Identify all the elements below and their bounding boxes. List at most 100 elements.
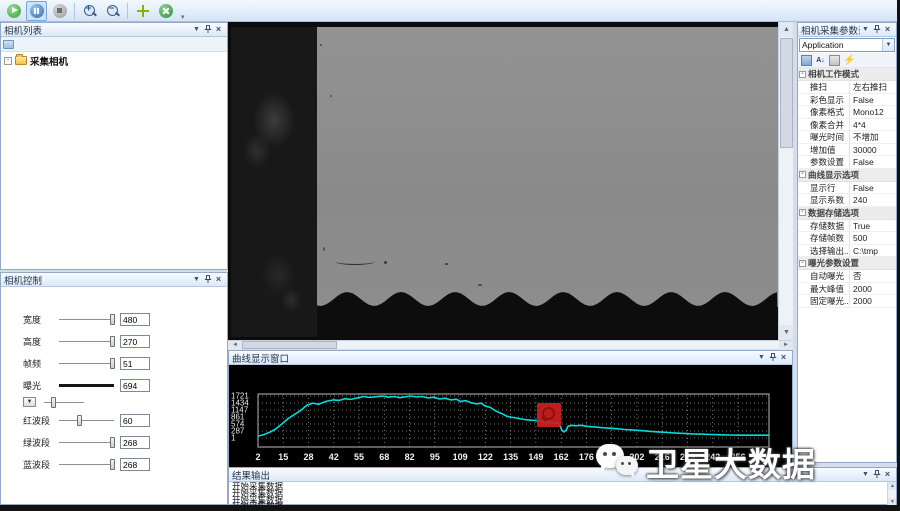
scroll-up-icon[interactable]: ▲ — [888, 482, 896, 490]
scroll-up-icon[interactable]: ▲ — [779, 22, 793, 37]
property-row[interactable]: 参数设置False — [798, 156, 896, 169]
exposure-dropdown-icon[interactable]: ▼ — [23, 397, 36, 407]
pin-icon[interactable] — [871, 469, 882, 480]
slider-thumb[interactable] — [110, 358, 115, 369]
scroll-left-icon[interactable]: ◄ — [228, 341, 242, 350]
property-category[interactable]: -相机工作模式 — [798, 68, 896, 81]
property-category[interactable]: -曲线显示选项 — [798, 169, 896, 182]
events-lightning-icon[interactable]: ⚡ — [843, 55, 854, 66]
property-value[interactable]: 否 — [850, 270, 896, 282]
pin-icon[interactable] — [871, 24, 882, 35]
slider-value-input[interactable] — [120, 436, 150, 449]
slider-value-input[interactable] — [120, 379, 150, 392]
slider-thumb[interactable] — [110, 459, 115, 470]
category-expander-icon[interactable]: - — [799, 71, 806, 78]
property-row[interactable]: 固定曝光..2000 — [798, 295, 896, 308]
slider-track[interactable] — [59, 341, 114, 342]
close-icon[interactable]: × — [882, 24, 893, 35]
property-row[interactable]: 增加值30000 — [798, 144, 896, 157]
categorized-view-icon[interactable] — [801, 55, 812, 66]
close-icon[interactable]: × — [213, 274, 224, 285]
property-row[interactable]: 存储帧数500 — [798, 232, 896, 245]
category-expander-icon[interactable]: - — [799, 260, 806, 267]
property-value[interactable]: C:\tmp — [850, 245, 896, 257]
vscroll-thumb[interactable] — [780, 38, 793, 148]
slider-track[interactable] — [59, 420, 114, 421]
scroll-down-icon[interactable]: ▼ — [779, 325, 793, 340]
tree-item-capture-camera[interactable]: - 采集相机 — [4, 54, 227, 67]
property-value[interactable]: 4*4 — [850, 119, 896, 131]
chevron-down-icon[interactable]: ▼ — [191, 24, 202, 35]
property-value[interactable]: 30000 — [850, 144, 896, 156]
chevron-down-icon[interactable]: ▼ — [860, 469, 871, 480]
pan-button[interactable] — [132, 1, 153, 21]
exposure-sub-track[interactable] — [44, 402, 84, 403]
property-category[interactable]: -曝光参数设置 — [798, 257, 896, 270]
chevron-down-icon[interactable]: ▼ — [882, 39, 894, 51]
property-value[interactable]: True — [850, 220, 896, 232]
property-row[interactable]: 像素格式Mono12 — [798, 106, 896, 119]
property-category[interactable]: -数据存储选项 — [798, 207, 896, 220]
slider-track[interactable] — [59, 464, 114, 465]
image-vertical-scrollbar[interactable]: ▲ ▼ — [778, 22, 793, 340]
property-value[interactable]: Mono12 — [850, 106, 896, 118]
close-icon[interactable]: × — [778, 352, 789, 363]
property-row[interactable]: 显示行False — [798, 182, 896, 195]
property-value[interactable]: 2000 — [850, 295, 896, 307]
play-button[interactable] — [3, 1, 24, 21]
property-row[interactable]: 彩色显示False — [798, 94, 896, 107]
slider-track[interactable] — [59, 442, 114, 443]
tree-expander-icon[interactable]: - — [4, 57, 12, 65]
chevron-down-icon[interactable]: ▼ — [191, 274, 202, 285]
property-pages-icon[interactable] — [829, 55, 840, 66]
slider-track[interactable] — [59, 319, 114, 320]
property-value[interactable]: False — [850, 94, 896, 106]
category-expander-icon[interactable]: - — [799, 209, 806, 216]
property-value[interactable]: 左右推扫 — [850, 81, 896, 93]
stop-button[interactable] — [49, 1, 70, 21]
close-icon[interactable]: × — [213, 24, 224, 35]
property-value[interactable]: 240 — [850, 194, 896, 206]
pin-icon[interactable] — [202, 24, 213, 35]
zoom-in-button[interactable] — [79, 1, 100, 21]
property-row[interactable]: 选择输出..C:\tmp — [798, 245, 896, 258]
property-row[interactable]: 存储数据True — [798, 220, 896, 233]
slider-thumb[interactable] — [77, 415, 82, 426]
property-row[interactable]: 曝光时间不增加 — [798, 131, 896, 144]
slider-thumb[interactable] — [51, 397, 56, 408]
pin-icon[interactable] — [767, 352, 778, 363]
camera-image-view[interactable]: ▲ ▼ — [228, 22, 793, 340]
slider-value-input[interactable] — [120, 414, 150, 427]
property-row[interactable]: 显示系数240 — [798, 194, 896, 207]
slider-thumb[interactable] — [110, 336, 115, 347]
property-row[interactable]: 自动曝光否 — [798, 270, 896, 283]
slider-value-input[interactable] — [120, 335, 150, 348]
refresh-devices-icon[interactable] — [3, 40, 14, 49]
slider-track[interactable] — [59, 363, 114, 364]
property-value[interactable]: 500 — [850, 232, 896, 244]
pause-button[interactable] — [26, 1, 47, 21]
slider-value-input[interactable] — [120, 313, 150, 326]
hscroll-thumb[interactable] — [242, 341, 337, 349]
scroll-right-icon[interactable]: ► — [779, 341, 793, 350]
pin-icon[interactable] — [202, 274, 213, 285]
close-button[interactable] — [155, 1, 176, 21]
slider-thumb[interactable] — [110, 314, 115, 325]
slider-track[interactable] — [59, 384, 114, 387]
alphabetical-sort-icon[interactable]: A↓ — [815, 55, 826, 66]
result-scrollbar[interactable]: ▲ ▼ — [887, 482, 896, 506]
slider-value-input[interactable] — [120, 458, 150, 471]
slider-value-input[interactable] — [120, 357, 150, 370]
toolbar-overflow-icon[interactable]: ▾ — [181, 13, 185, 21]
property-row[interactable]: 最大峰值2000 — [798, 283, 896, 296]
property-row[interactable]: 像素合并4*4 — [798, 119, 896, 132]
property-value[interactable]: False — [850, 182, 896, 194]
zoom-out-button[interactable] — [102, 1, 123, 21]
chevron-down-icon[interactable]: ▼ — [860, 24, 871, 35]
image-horizontal-scrollbar[interactable]: ◄ ► — [228, 340, 793, 349]
chevron-down-icon[interactable]: ▼ — [756, 352, 767, 363]
property-value[interactable]: False — [850, 156, 896, 168]
category-expander-icon[interactable]: - — [799, 171, 806, 178]
property-value[interactable]: 不增加 — [850, 131, 896, 143]
property-row[interactable]: 推扫左右推扫 — [798, 81, 896, 94]
